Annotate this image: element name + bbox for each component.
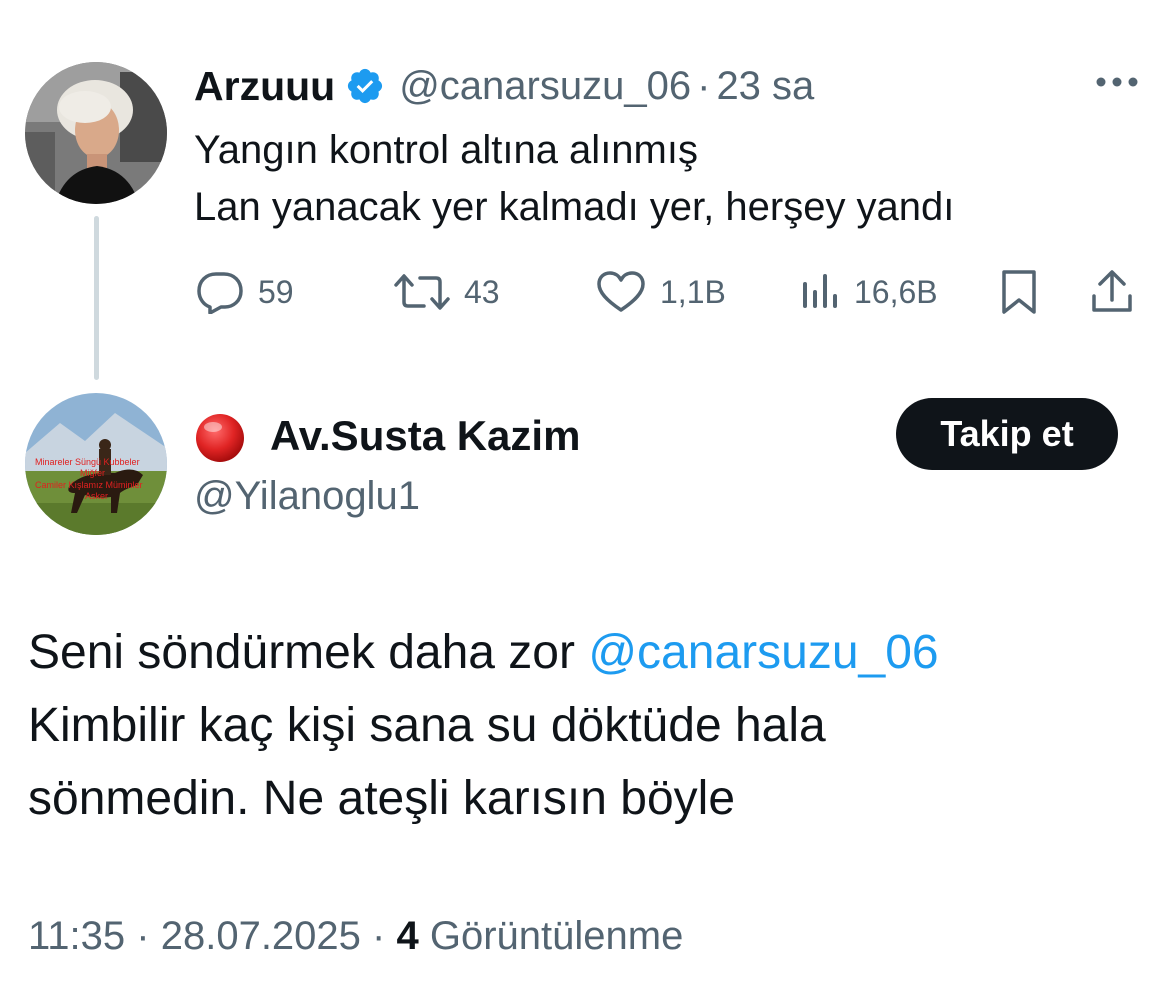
bookmark-button[interactable] xyxy=(1000,264,1038,320)
share-button[interactable] xyxy=(1090,264,1134,320)
parent-timestamp[interactable]: 23 sa xyxy=(716,64,814,109)
reply-button[interactable]: 59 xyxy=(196,264,294,320)
reply-avatar[interactable]: Minareler Süngü Kubbeler Miğfer Camiler … xyxy=(25,393,167,535)
reply-date[interactable]: 28.07.2025 xyxy=(161,914,361,958)
retweet-button[interactable]: 43 xyxy=(394,264,500,320)
parent-avatar[interactable] xyxy=(25,62,167,204)
reply-time[interactable]: 11:35 xyxy=(28,914,125,958)
reply-text-part-1: Seni söndürmek daha zor xyxy=(28,626,589,679)
reply-tweet-text: Seni söndürmek daha zor @canarsuzu_06 Ki… xyxy=(28,616,939,835)
analytics-bar-chart-icon xyxy=(800,272,840,312)
reply-text-line-2: Kimbilir kaç kişi sana su döktüde hala xyxy=(28,699,826,752)
reply-text-line-1: Seni söndürmek daha zor @canarsuzu_06 xyxy=(28,616,939,689)
like-count: 1,1B xyxy=(660,273,726,310)
reply-views-count: 4 xyxy=(396,914,419,958)
separator-dot: · xyxy=(697,63,711,108)
parent-tweet-header: Arzuuu @canarsuzu_06 · 23 sa xyxy=(194,58,814,114)
view-count: 16,6B xyxy=(854,273,938,310)
more-horizontal-icon[interactable] xyxy=(1094,72,1140,92)
reply-display-name[interactable]: Av.Susta Kazim xyxy=(270,408,580,464)
reply-icon xyxy=(196,270,244,314)
red-circle-emoji xyxy=(194,412,246,464)
views-button[interactable]: 16,6B xyxy=(800,264,938,320)
like-button[interactable]: 1,1B xyxy=(596,264,726,320)
parent-text-line-2: Lan yanacak yer kalmadı yer, herşey yand… xyxy=(194,185,955,229)
separator-dot: · xyxy=(136,914,150,958)
follow-button[interactable]: Takip et xyxy=(896,398,1118,470)
retweet-count: 43 xyxy=(464,273,500,310)
retweet-icon xyxy=(394,272,450,312)
parent-display-name[interactable]: Arzuuu xyxy=(194,63,335,110)
parent-handle[interactable]: @canarsuzu_06 xyxy=(399,64,691,109)
svg-text:Camiler Kışlamız Müminler: Camiler Kışlamız Müminler xyxy=(35,480,143,490)
parent-action-bar: 59 43 1,1B 16,6B xyxy=(194,264,1144,320)
separator-dot: · xyxy=(372,914,386,958)
svg-text:Miğfer: Miğfer xyxy=(80,468,105,478)
mention-link[interactable]: @canarsuzu_06 xyxy=(588,626,938,679)
reply-count: 59 xyxy=(258,273,294,310)
bookmark-icon xyxy=(1000,268,1038,316)
verified-badge-icon xyxy=(345,66,385,106)
reply-views-label: Görüntülenme xyxy=(429,914,684,958)
svg-text:Asker: Asker xyxy=(85,491,108,501)
parent-tweet-text: Yangın kontrol altına alınmış Lan yanaca… xyxy=(194,122,954,236)
reply-handle[interactable]: @Yilanoglu1 xyxy=(194,468,420,524)
reply-meta: 11:35 · 28.07.2025 · 4 Görüntülenme xyxy=(28,908,683,964)
heart-icon xyxy=(596,270,646,314)
share-upload-icon xyxy=(1090,268,1134,316)
parent-text-line-1: Yangın kontrol altına alınmış xyxy=(194,128,698,172)
reply-text-line-3: sönmedin. Ne ateşli karısın böyle xyxy=(28,772,736,825)
svg-text:Minareler Süngü Kubbeler: Minareler Süngü Kubbeler xyxy=(35,457,140,467)
tweet-thread: Arzuuu @canarsuzu_06 · 23 sa Yangın kont… xyxy=(0,0,1170,1002)
thread-connector-line xyxy=(94,216,99,380)
